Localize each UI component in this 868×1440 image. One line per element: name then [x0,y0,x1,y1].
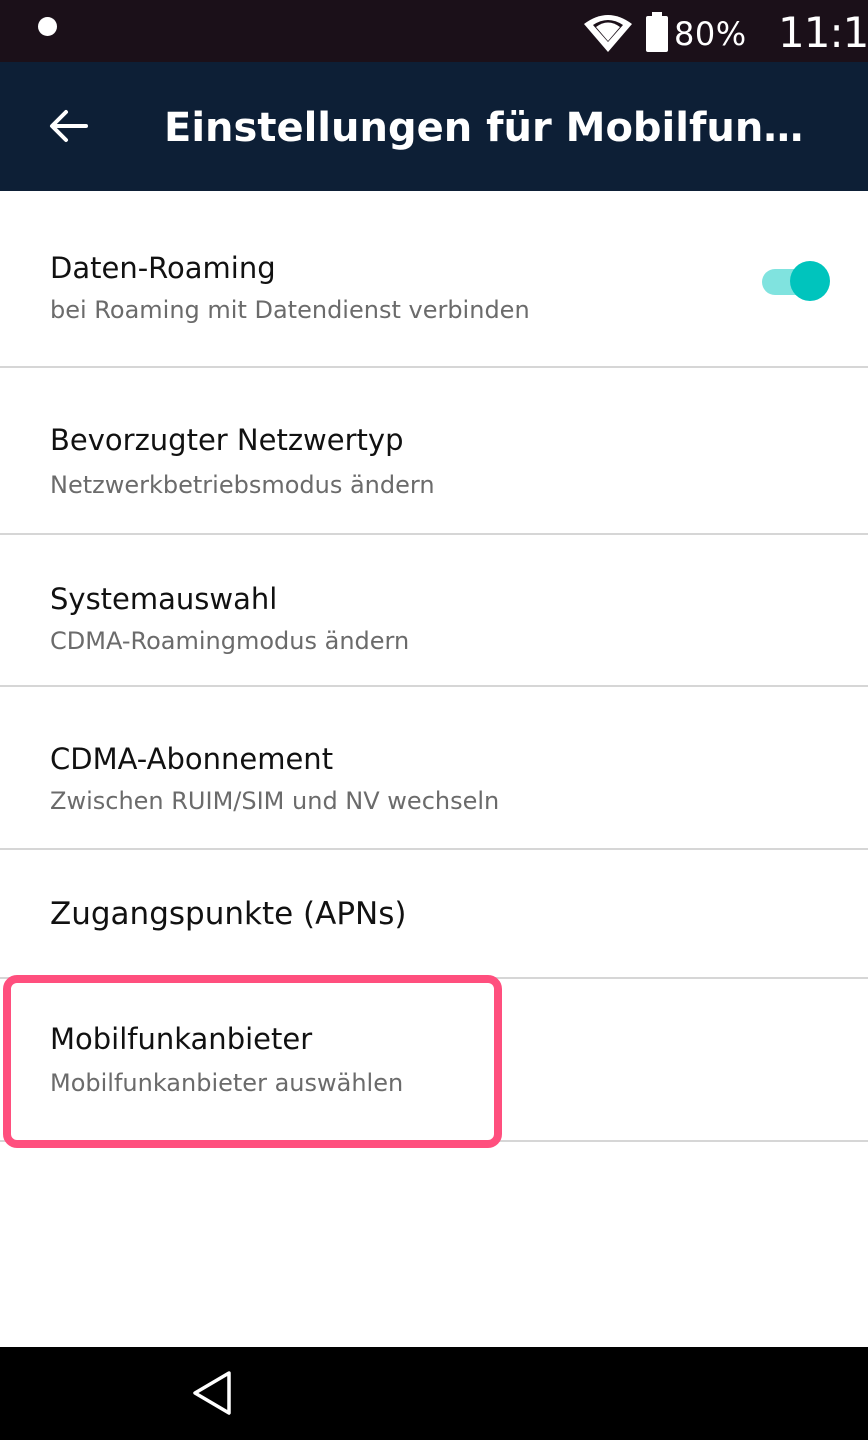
notification-dot-icon [38,17,57,36]
setting-summary: bei Roaming mit Datendienst verbinden [50,296,530,324]
setting-system-select[interactable]: Systemauswahl CDMA-Roamingmodus ändern [0,535,868,687]
setting-cdma-subscription[interactable]: CDMA-Abonnement Zwischen RUIM/SIM und NV… [0,687,868,850]
app-bar: Einstellungen für Mobilfunk… [0,62,868,191]
setting-access-point-names[interactable]: Zugangspunkte (APNs) [0,850,868,979]
triangle-back-icon[interactable] [185,1361,241,1425]
toggle-thumb [790,261,830,301]
wifi-icon [584,15,632,52]
settings-list: Daten-Roaming bei Roaming mit Datendiens… [0,191,868,1142]
setting-data-roaming[interactable]: Daten-Roaming bei Roaming mit Datendiens… [0,191,868,368]
navigation-bar [0,1347,868,1440]
back-button[interactable] [28,86,108,166]
status-bar: 80% 11:11 [0,0,868,62]
arrow-left-icon [50,110,88,142]
setting-title: Mobilfunkanbieter [50,1022,313,1056]
setting-network-operators[interactable]: Mobilfunkanbieter Mobilfunkanbieter ausw… [0,979,868,1142]
setting-title: CDMA-Abonnement [50,742,334,776]
setting-preferred-network-type[interactable]: Bevorzugter Netzwertyp Netzwerkbetriebsm… [0,368,868,535]
setting-summary: Zwischen RUIM/SIM und NV wechseln [50,787,500,815]
page-title: Einstellungen für Mobilfunk… [164,105,804,151]
setting-summary: Mobilfunkanbieter auswählen [50,1069,404,1097]
setting-title: Systemauswahl [50,582,278,616]
setting-title: Zugangspunkte (APNs) [50,896,407,932]
clock: 11:11 [778,8,868,57]
battery-percent: 80% [674,15,747,53]
setting-summary: CDMA-Roamingmodus ändern [50,627,410,655]
setting-summary: Netzwerkbetriebsmodus ändern [50,471,435,499]
setting-title: Bevorzugter Netzwertyp [50,423,404,457]
battery-icon [646,12,668,52]
setting-title: Daten-Roaming [50,251,276,285]
data-roaming-toggle[interactable] [760,261,832,303]
